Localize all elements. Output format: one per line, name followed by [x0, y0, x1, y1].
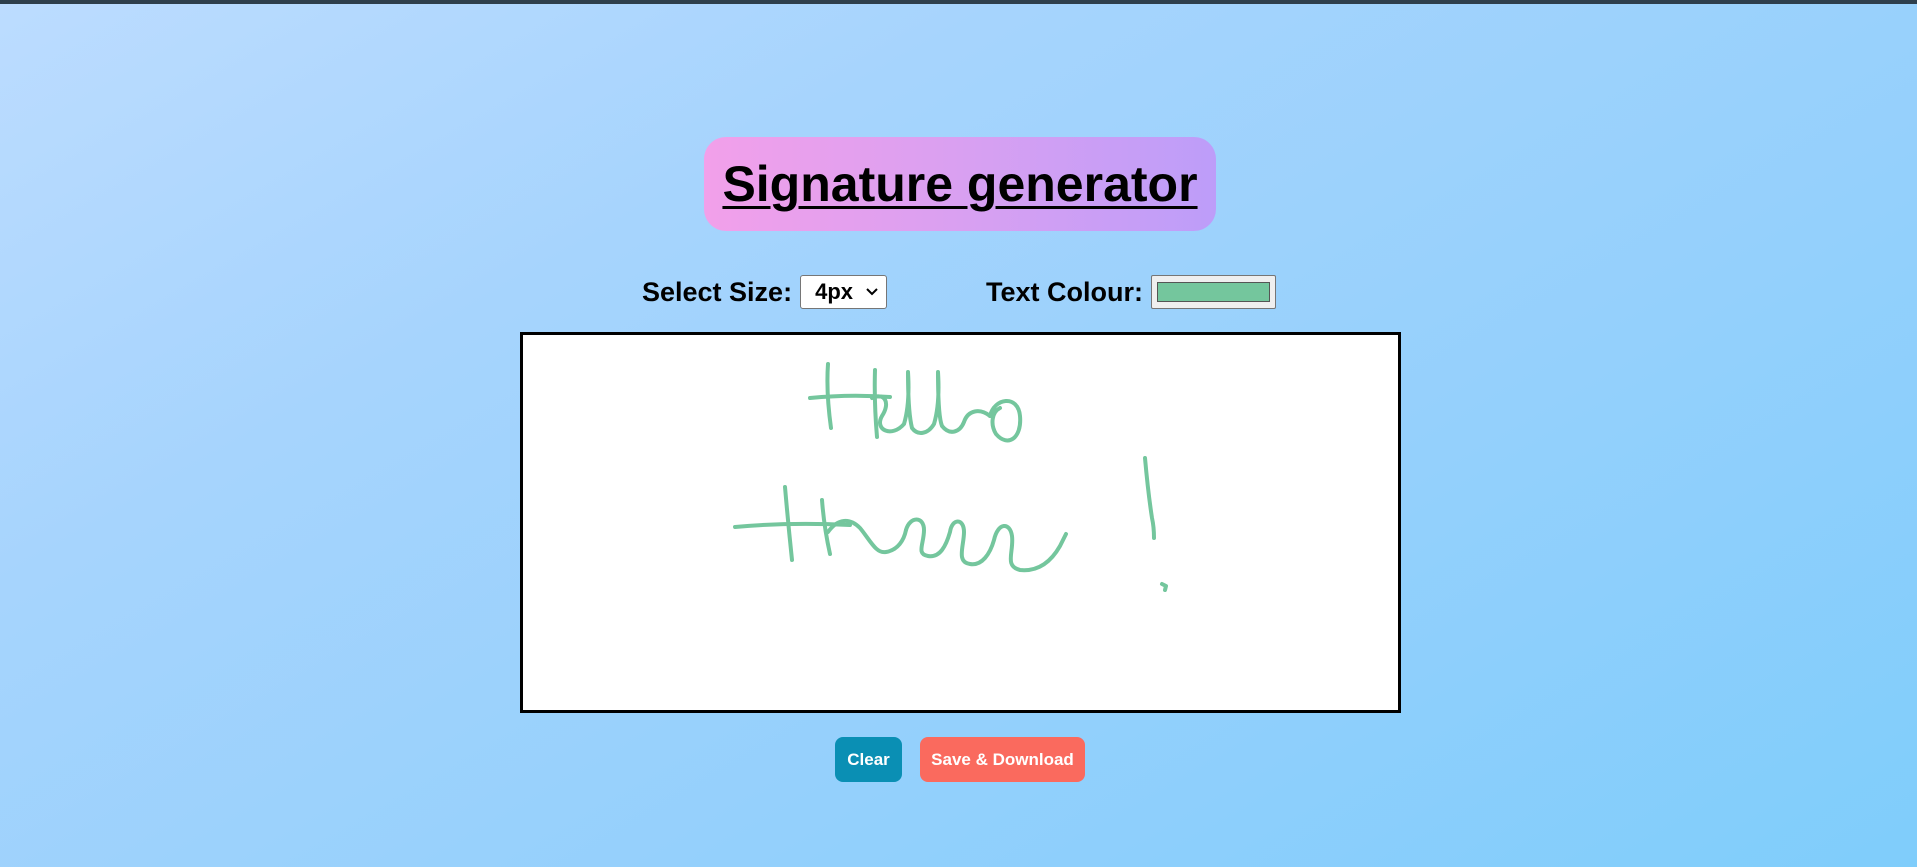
title-banner: Signature generator [704, 137, 1216, 231]
color-control: Text Colour: [986, 272, 1276, 312]
ink-stroke [872, 368, 879, 439]
clear-button[interactable]: Clear [835, 737, 902, 782]
ink-stroke [820, 498, 832, 556]
ink-stroke [988, 399, 1023, 443]
ink-stroke [904, 517, 1068, 573]
size-control: Select Size: 4px [642, 272, 888, 312]
ink-stroke [1143, 456, 1156, 540]
signature-canvas[interactable] [520, 332, 1401, 713]
size-label: Select Size: [642, 276, 793, 307]
signature-drawing [733, 362, 1168, 592]
ink-stroke [870, 370, 992, 435]
page-title: Signature generator [722, 156, 1198, 212]
top-edge-strip [0, 0, 1917, 4]
ink-stroke [1160, 582, 1168, 592]
save-download-button[interactable]: Save & Download [920, 737, 1085, 782]
color-picker-swatch [1157, 282, 1270, 302]
size-select-value: 4px [815, 279, 853, 304]
size-select[interactable]: 4px [800, 275, 888, 309]
color-label: Text Colour: [986, 276, 1143, 307]
color-picker-input[interactable] [1151, 275, 1276, 309]
chevron-down-icon [866, 286, 878, 298]
